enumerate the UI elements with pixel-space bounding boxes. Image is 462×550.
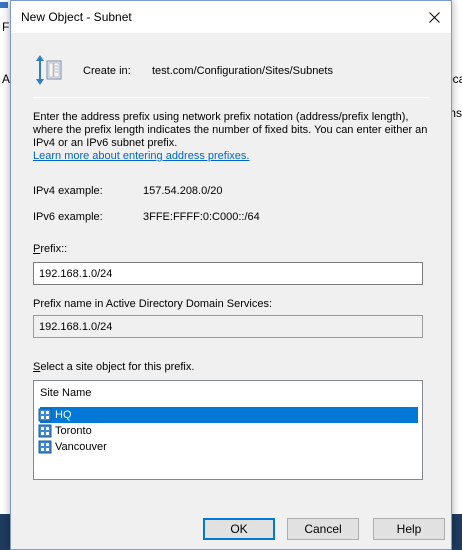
site-item-toronto[interactable]: Toronto [38, 423, 418, 439]
site-select-label-text: elect a site object for this prefix. [40, 361, 195, 373]
prefix-label: Prefix:: [33, 243, 67, 255]
create-in-row: Create in: test.com/Configuration/Sites/… [31, 51, 431, 91]
create-in-path: test.com/Configuration/Sites/Subnets [152, 65, 333, 77]
dialog-titlebar[interactable]: New Object - Subnet [11, 1, 451, 33]
prefix-label-text: refix:: [40, 243, 68, 255]
new-object-subnet-dialog: New Object - Subnet Create in: test.com/… [10, 0, 452, 550]
prefix-name-field [33, 315, 423, 338]
ipv6-example-value: 3FFE:FFFF:0:C000::/64 [143, 211, 260, 223]
site-item-vancouver[interactable]: Vancouver [38, 439, 418, 455]
background-app-icon [0, 2, 8, 8]
site-icon [38, 424, 52, 438]
site-icon [38, 408, 52, 422]
close-icon [428, 11, 440, 23]
prefix-name-label: Prefix name in Active Directory Domain S… [33, 298, 273, 310]
create-in-label: Create in: [83, 65, 131, 77]
site-listbox[interactable]: Site Name HQ Toronto Vancouver [33, 380, 423, 480]
background-menu-text: F [2, 20, 10, 34]
description-block: Enter the address prefix using network p… [33, 111, 433, 163]
site-item-hq[interactable]: HQ [38, 407, 418, 423]
close-button[interactable] [417, 1, 451, 33]
ipv4-example-label: IPv4 example: [33, 185, 103, 197]
site-select-label: Select a site object for this prefix. [33, 361, 194, 373]
site-item-label: Vancouver [55, 441, 107, 453]
site-item-label: HQ [55, 409, 72, 421]
learn-more-link[interactable]: Learn more about entering address prefix… [33, 150, 249, 162]
description-text: Enter the address prefix using network p… [33, 111, 428, 149]
ipv6-example-label: IPv6 example: [33, 211, 103, 223]
ok-button[interactable]: OK [203, 518, 275, 540]
cancel-button[interactable]: Cancel [287, 518, 359, 540]
dialog-title: New Object - Subnet [21, 10, 132, 24]
site-name-column-header[interactable]: Site Name [34, 381, 422, 405]
header-separator [33, 97, 429, 98]
prefix-input[interactable] [33, 262, 423, 285]
background-tree-pane: A [0, 40, 10, 520]
background-tree-text: A [2, 72, 11, 86]
dialog-content: Create in: test.com/Configuration/Sites/… [23, 41, 445, 540]
site-item-label: Toronto [55, 425, 92, 437]
subnet-object-icon [36, 55, 62, 85]
site-icon [38, 440, 52, 454]
ipv4-example-value: 157.54.208.0/20 [143, 185, 223, 197]
help-button[interactable]: Help [373, 518, 445, 540]
